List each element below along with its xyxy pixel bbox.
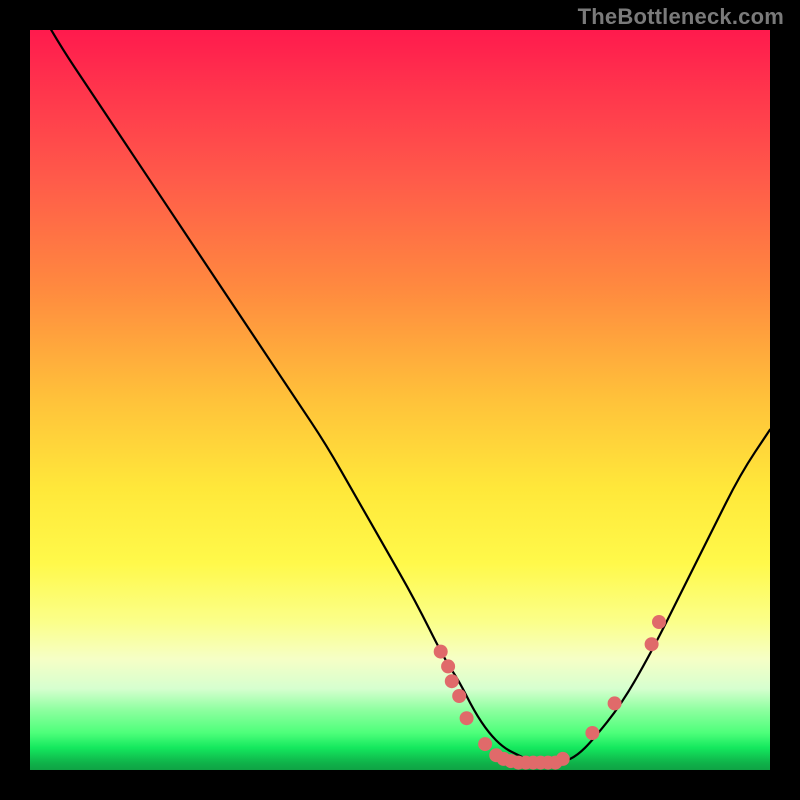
- marker-point: [585, 726, 599, 740]
- watermark-text: TheBottleneck.com: [578, 4, 784, 30]
- chart-area: [30, 30, 770, 770]
- marker-point: [645, 637, 659, 651]
- marker-point: [556, 752, 570, 766]
- chart-svg: [30, 30, 770, 770]
- marker-point: [478, 737, 492, 751]
- marker-point: [445, 674, 459, 688]
- marker-point: [608, 696, 622, 710]
- marker-point: [460, 711, 474, 725]
- marker-point: [452, 689, 466, 703]
- marker-point: [652, 615, 666, 629]
- marker-point: [441, 659, 455, 673]
- marker-point: [434, 645, 448, 659]
- marker-group: [434, 615, 666, 770]
- bottleneck-curve-path: [30, 30, 770, 763]
